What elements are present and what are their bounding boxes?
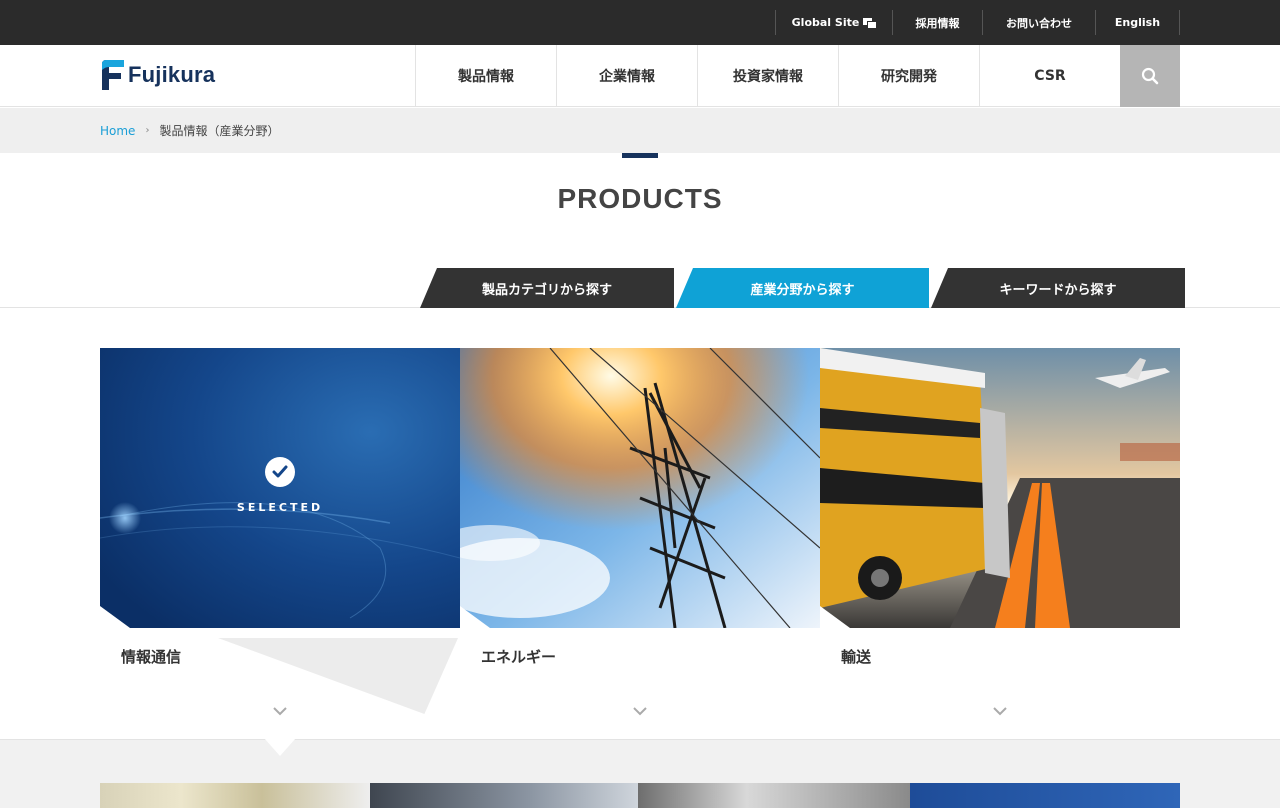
subcategory-image[interactable]: [100, 783, 370, 808]
tab-search-by-industry[interactable]: 産業分野から探す: [676, 268, 929, 308]
tab-search-by-category[interactable]: 製品カテゴリから探す: [420, 268, 674, 308]
page-title: PRODUCTS: [557, 183, 723, 214]
energy-image: [460, 348, 820, 628]
global-site-link[interactable]: Global Site: [775, 10, 892, 35]
selected-overlay: SELECTED: [100, 348, 460, 628]
breadcrumb-current: 製品情報（産業分野）: [159, 124, 280, 138]
nav-products[interactable]: 製品情報: [415, 45, 556, 107]
chevron-down-icon: [633, 707, 647, 716]
search-button[interactable]: [1120, 45, 1180, 107]
breadcrumb-home-link[interactable]: Home: [100, 124, 135, 138]
recruit-link[interactable]: 採用情報: [892, 10, 982, 35]
title-accent-bar: [622, 153, 658, 158]
breadcrumb-separator: ›: [145, 125, 150, 136]
industry-card-transport[interactable]: 輸送: [820, 348, 1180, 738]
chevron-down-icon: [993, 707, 1007, 716]
search-icon: [1141, 67, 1159, 85]
fujikura-logo-icon: [102, 60, 124, 90]
nav-investors[interactable]: 投資家情報: [697, 45, 838, 107]
tab-search-by-keyword[interactable]: キーワードから探す: [931, 268, 1185, 308]
selected-label: SELECTED: [236, 500, 324, 514]
global-site-label: Global Site: [791, 16, 860, 29]
check-circle-icon: [265, 456, 295, 487]
subcategory-image-strip: [100, 783, 1180, 808]
fujikura-logo[interactable]: Fujikura: [100, 58, 215, 92]
card-corner-notch: [460, 606, 490, 628]
selected-pointer: [264, 738, 296, 756]
breadcrumb: Home › 製品情報（産業分野）: [0, 108, 1280, 153]
english-link[interactable]: English: [1095, 10, 1180, 35]
external-window-icon: [863, 17, 878, 29]
industry-card-telecom[interactable]: SELECTED 情報通信: [100, 348, 460, 738]
global-nav: 製品情報 企業情報 投資家情報 研究開発 CSR: [415, 45, 1120, 107]
nav-rnd[interactable]: 研究開発: [838, 45, 979, 107]
subcategory-image[interactable]: [638, 783, 910, 808]
chevron-down-icon: [273, 707, 287, 716]
logo-wordmark: Fujikura: [128, 62, 216, 87]
industry-card-energy[interactable]: エネルギー: [460, 348, 820, 738]
subcategory-image[interactable]: [910, 783, 1180, 808]
utility-links: Global Site 採用情報 お問い合わせ English: [775, 10, 1180, 35]
card-label-transport: 輸送: [841, 648, 872, 666]
card-label-energy: エネルギー: [481, 648, 557, 666]
selected-card-shadow: [218, 638, 458, 714]
nav-company[interactable]: 企業情報: [556, 45, 697, 107]
card-corner-notch: [100, 606, 130, 628]
site-header: Fujikura 製品情報 企業情報 投資家情報 研究開発 CSR: [0, 45, 1280, 107]
utility-bar: Global Site 採用情報 お問い合わせ English: [0, 0, 1280, 45]
subcategory-image[interactable]: [370, 783, 638, 808]
card-corner-notch: [820, 606, 850, 628]
nav-csr[interactable]: CSR: [979, 45, 1120, 107]
contact-link[interactable]: お問い合わせ: [982, 10, 1095, 35]
transport-image: [820, 348, 1180, 628]
card-label-telecom: 情報通信: [121, 648, 182, 666]
